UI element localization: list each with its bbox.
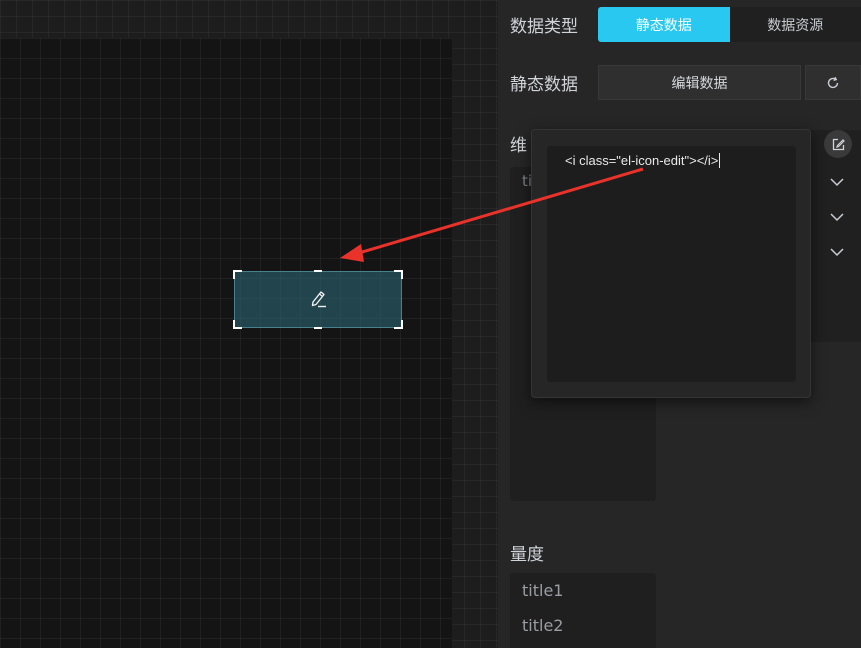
selected-icon-widget[interactable]: [233, 270, 403, 329]
artboard[interactable]: [0, 38, 452, 648]
resize-handle-top[interactable]: [314, 270, 322, 272]
edit-icon: [832, 138, 845, 150]
tab-static-data[interactable]: 静态数据: [598, 7, 730, 42]
edit-code-button[interactable]: [824, 130, 852, 158]
code-editor-popover: <i class="el-icon-edit"></i>: [531, 129, 811, 398]
resize-handle-top-left[interactable]: [233, 270, 242, 279]
data-type-switch: 静态数据 数据资源: [598, 7, 861, 42]
tab-data-resource[interactable]: 数据资源: [729, 7, 861, 42]
measure-label: 量度: [510, 545, 544, 565]
refresh-button[interactable]: [805, 65, 861, 100]
static-data-label: 静态数据: [510, 75, 578, 95]
refresh-icon: [827, 76, 839, 88]
measure-item[interactable]: title2: [522, 616, 563, 635]
code-editor-textarea[interactable]: <i class="el-icon-edit"></i>: [547, 146, 796, 382]
resize-handle-bottom-right[interactable]: [394, 320, 403, 329]
chevron-down-icon[interactable]: [830, 177, 844, 187]
text-caret: [719, 153, 721, 168]
resize-handle-top-right[interactable]: [394, 270, 403, 279]
chevron-down-icon[interactable]: [830, 212, 844, 222]
resize-handle-bottom-left[interactable]: [233, 320, 242, 329]
chevron-down-icon[interactable]: [830, 247, 844, 257]
edit-pencil-icon: [311, 291, 326, 308]
editor-value: <i class="el-icon-edit"></i>: [565, 153, 719, 168]
resize-handle-bottom[interactable]: [314, 327, 322, 329]
edit-data-button[interactable]: 编辑数据: [598, 65, 801, 100]
dimension-label: 维: [510, 136, 527, 156]
editor-canvas[interactable]: [0, 0, 498, 648]
measure-list[interactable]: title1 title2: [510, 573, 656, 648]
measure-item[interactable]: title1: [522, 581, 563, 600]
editor-content: <i class="el-icon-edit"></i>: [565, 153, 721, 168]
data-type-label: 数据类型: [510, 17, 578, 37]
